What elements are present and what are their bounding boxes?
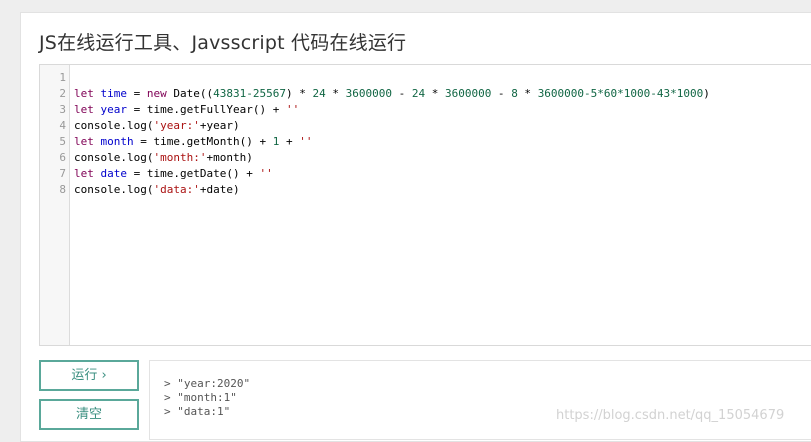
code-token: 3600000	[444, 87, 492, 100]
line-number: 8	[59, 183, 66, 196]
code-token: 43831-25567	[213, 87, 286, 100]
code-token: -	[391, 87, 412, 100]
line-number: 3	[59, 103, 66, 116]
code-token: let	[74, 167, 94, 180]
code-token: *	[325, 87, 346, 100]
code-token: 'year:'	[153, 119, 200, 132]
output-line: > "month:1"	[164, 391, 237, 404]
code-token: Date((	[166, 87, 214, 100]
code-token: let	[74, 103, 94, 116]
code-token: 24	[411, 87, 426, 100]
line-number: 6	[59, 151, 66, 164]
code-editor[interactable]: 1 2 3 4 5 6 7 8 let time = new Date((438…	[39, 64, 811, 346]
line-number: 1	[59, 71, 66, 84]
output-line: > "data:1"	[164, 405, 231, 418]
code-token: +	[279, 135, 300, 148]
line-number: 4	[59, 119, 66, 132]
code-token: 'month:'	[153, 151, 207, 164]
watermark: https://blog.csdn.net/qq_15054679	[556, 408, 785, 423]
code-token: +year)	[199, 119, 240, 132]
code-token: year	[100, 103, 128, 116]
code-token: 3600000	[345, 87, 392, 100]
code-token: let	[74, 87, 94, 100]
code-token: -	[491, 87, 512, 100]
code-token: = time.getMonth() +	[133, 135, 273, 148]
output-line: > "year:2020"	[164, 377, 251, 390]
code-token: console.log(	[74, 151, 154, 164]
code-line[interactable]: let date = time.getDate() + ''	[74, 166, 273, 182]
code-token: *	[517, 87, 538, 100]
clear-button[interactable]: 清空	[39, 399, 139, 430]
code-line[interactable]: let month = time.getMonth() + 1 + ''	[74, 134, 312, 150]
code-token: month	[100, 135, 134, 148]
code-token: )	[703, 87, 710, 100]
code-token: console.log(	[74, 183, 154, 196]
code-token: =	[127, 87, 147, 100]
code-token: 'data:'	[153, 183, 200, 196]
code-token: date	[100, 167, 128, 180]
code-line[interactable]: let year = time.getFullYear() + ''	[74, 102, 299, 118]
run-button[interactable]: 运行 ›	[39, 360, 139, 391]
code-token: = time.getDate() +	[127, 167, 260, 180]
code-token: 8	[511, 87, 518, 100]
console-output: > "year:2020" > "month:1" > "data:1"	[149, 360, 811, 440]
line-number: 7	[59, 167, 66, 180]
line-number: 5	[59, 135, 66, 148]
code-token: time	[100, 87, 128, 100]
code-token: console.log(	[74, 119, 154, 132]
code-line[interactable]: console.log('year:'+year)	[74, 118, 240, 134]
code-token: +date)	[199, 183, 240, 196]
code-token: 3600000-5*60*1000-43*1000	[537, 87, 704, 100]
line-number: 2	[59, 87, 66, 100]
code-token: = time.getFullYear() +	[127, 103, 286, 116]
code-token: ''	[285, 103, 300, 116]
page-title: JS在线运行工具、Javsscript 代码在线运行	[39, 32, 407, 54]
code-token: ) *	[285, 87, 313, 100]
code-token: new	[146, 87, 167, 100]
code-line[interactable]: console.log('data:'+date)	[74, 182, 240, 198]
code-line[interactable]: console.log('month:'+month)	[74, 150, 253, 166]
line-number-gutter: 1 2 3 4 5 6 7 8	[40, 65, 70, 345]
code-line[interactable]: let time = new Date((43831-25567) * 24 *…	[74, 86, 710, 102]
code-token: *	[425, 87, 445, 100]
code-token: 24	[312, 87, 326, 100]
code-token: ''	[299, 135, 313, 148]
code-token: +month)	[206, 151, 253, 164]
code-token: ''	[259, 167, 273, 180]
code-token: let	[74, 135, 94, 148]
